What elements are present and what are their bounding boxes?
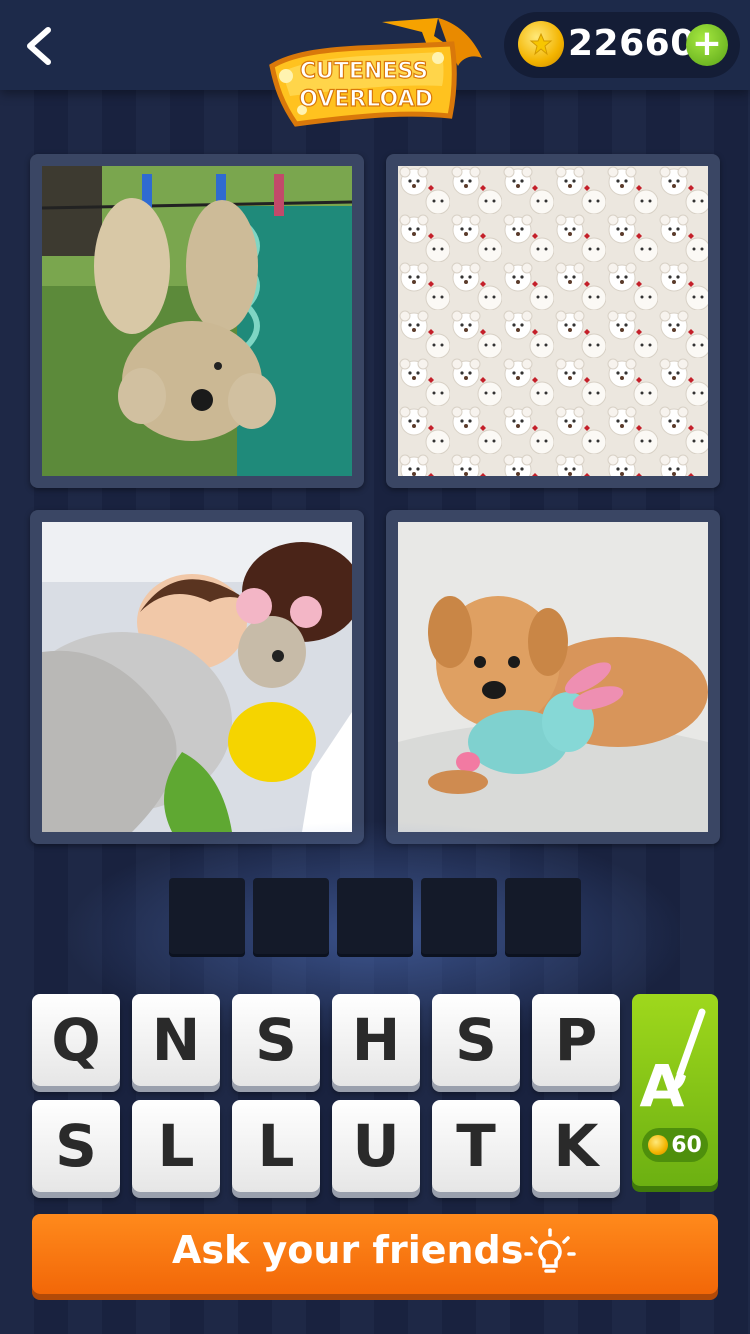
clue-photo-4[interactable]: [386, 510, 720, 844]
answer-slot-5[interactable]: [505, 878, 581, 954]
answer-slot-4[interactable]: [421, 878, 497, 954]
answer-slot-1[interactable]: [169, 878, 245, 954]
letter-key[interactable]: S: [432, 994, 520, 1086]
hint-cost-badge: 60: [642, 1128, 708, 1162]
letter-key[interactable]: S: [232, 994, 320, 1086]
chevron-left-icon: [27, 27, 51, 65]
gold-coin-icon: [648, 1135, 669, 1155]
puppy-plush-image: [398, 522, 708, 832]
coin-count: 22660: [568, 23, 696, 64]
clue-photo-1[interactable]: [30, 154, 364, 488]
answer-slot-2[interactable]: [253, 878, 329, 954]
back-button[interactable]: [18, 22, 62, 70]
clue-photo-2[interactable]: [386, 154, 720, 488]
letter-key[interactable]: Q: [32, 994, 120, 1086]
letter-key[interactable]: S: [32, 1100, 120, 1192]
answer-slot-3[interactable]: [337, 878, 413, 954]
sleeping-child-image: [42, 522, 352, 832]
pack-title-line2: OVERLOAD: [299, 87, 433, 112]
teddy-clothesline-image: [42, 166, 352, 476]
ribbon-badge-icon: CUTENESS OVERLOAD: [269, 18, 482, 127]
letter-key[interactable]: N: [132, 994, 220, 1086]
clue-photo-3[interactable]: [30, 510, 364, 844]
hint-cost: 60: [671, 1132, 702, 1158]
coin-balance: 22660 +: [504, 12, 740, 78]
letter-key[interactable]: L: [232, 1100, 320, 1192]
letter-key[interactable]: L: [132, 1100, 220, 1192]
letter-key[interactable]: P: [532, 994, 620, 1086]
letter-brush-icon: A: [640, 1008, 706, 1120]
pack-title-badge: CUTENESS OVERLOAD: [262, 14, 490, 132]
letter-key[interactable]: T: [432, 1100, 520, 1192]
letter-key[interactable]: H: [332, 994, 420, 1086]
reveal-letter-hint-button[interactable]: A 60: [632, 994, 718, 1186]
ask-friends-button[interactable]: Ask your friends: [32, 1214, 718, 1294]
plus-icon: +: [691, 23, 723, 64]
letter-key[interactable]: K: [532, 1100, 620, 1192]
white-teddy-pile-image: [398, 166, 708, 476]
gold-coin-icon: [518, 21, 564, 67]
lightbulb-icon: [524, 1228, 576, 1273]
add-coins-button[interactable]: +: [686, 24, 728, 66]
ask-friends-label: Ask your friends: [172, 1228, 524, 1272]
letter-key[interactable]: U: [332, 1100, 420, 1192]
pack-title-line1: CUTENESS: [300, 59, 428, 84]
